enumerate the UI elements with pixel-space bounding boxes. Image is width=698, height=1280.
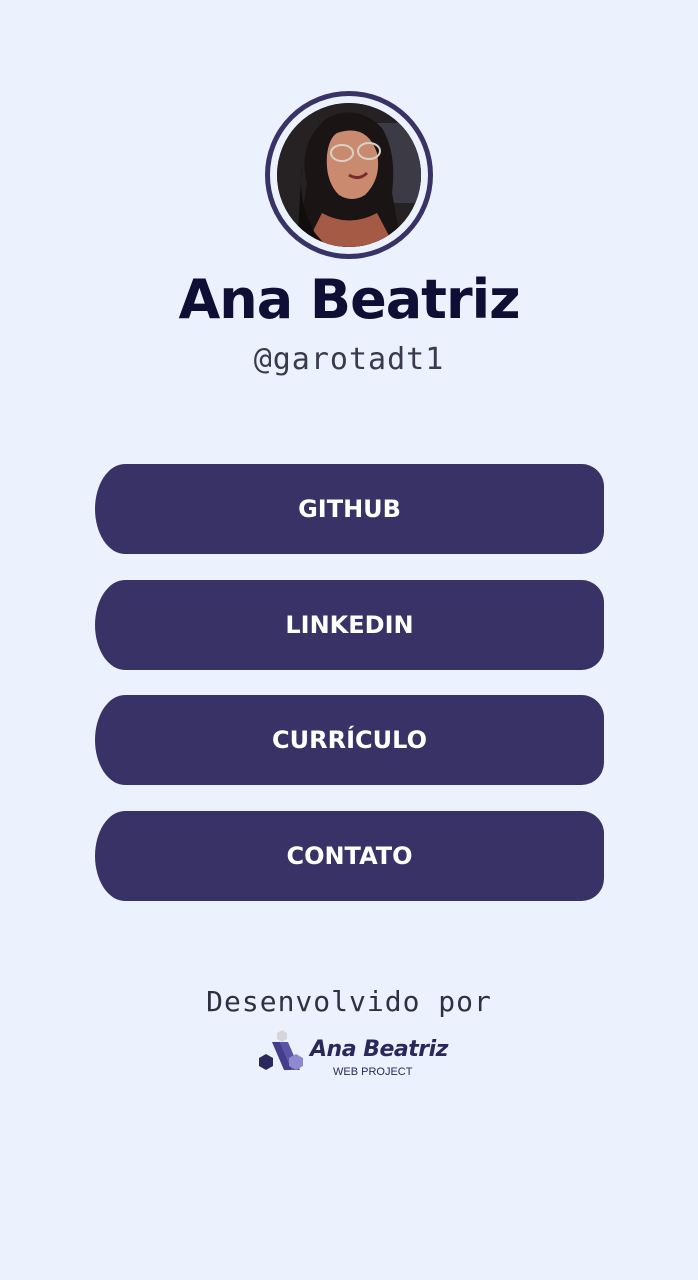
brand-logo: Ana Beatriz WEB PROJECT <box>256 1028 456 1080</box>
linkedin-button-label: LINKEDIN <box>285 611 414 639</box>
developed-by-label: Desenvolvido por <box>206 985 492 1018</box>
github-button-label: GITHUB <box>298 495 401 523</box>
profile-handle: @garotadt1 <box>253 342 445 377</box>
contato-button[interactable]: CONTATO <box>95 811 604 901</box>
curriculo-button-label: CURRÍCULO <box>272 726 427 754</box>
contato-button-label: CONTATO <box>286 842 413 870</box>
linkedin-button[interactable]: LINKEDIN <box>95 580 604 670</box>
brand-name: Ana Beatriz <box>310 1037 448 1062</box>
hexagon-logo-icon <box>259 1030 303 1070</box>
brand-subtitle: WEB PROJECT <box>333 1066 413 1078</box>
profile-name: Ana Beatriz <box>178 268 520 331</box>
profile-avatar <box>265 91 433 259</box>
curriculo-button[interactable]: CURRÍCULO <box>95 695 604 785</box>
profile-photo <box>277 103 421 247</box>
github-button[interactable]: GITHUB <box>95 464 604 554</box>
